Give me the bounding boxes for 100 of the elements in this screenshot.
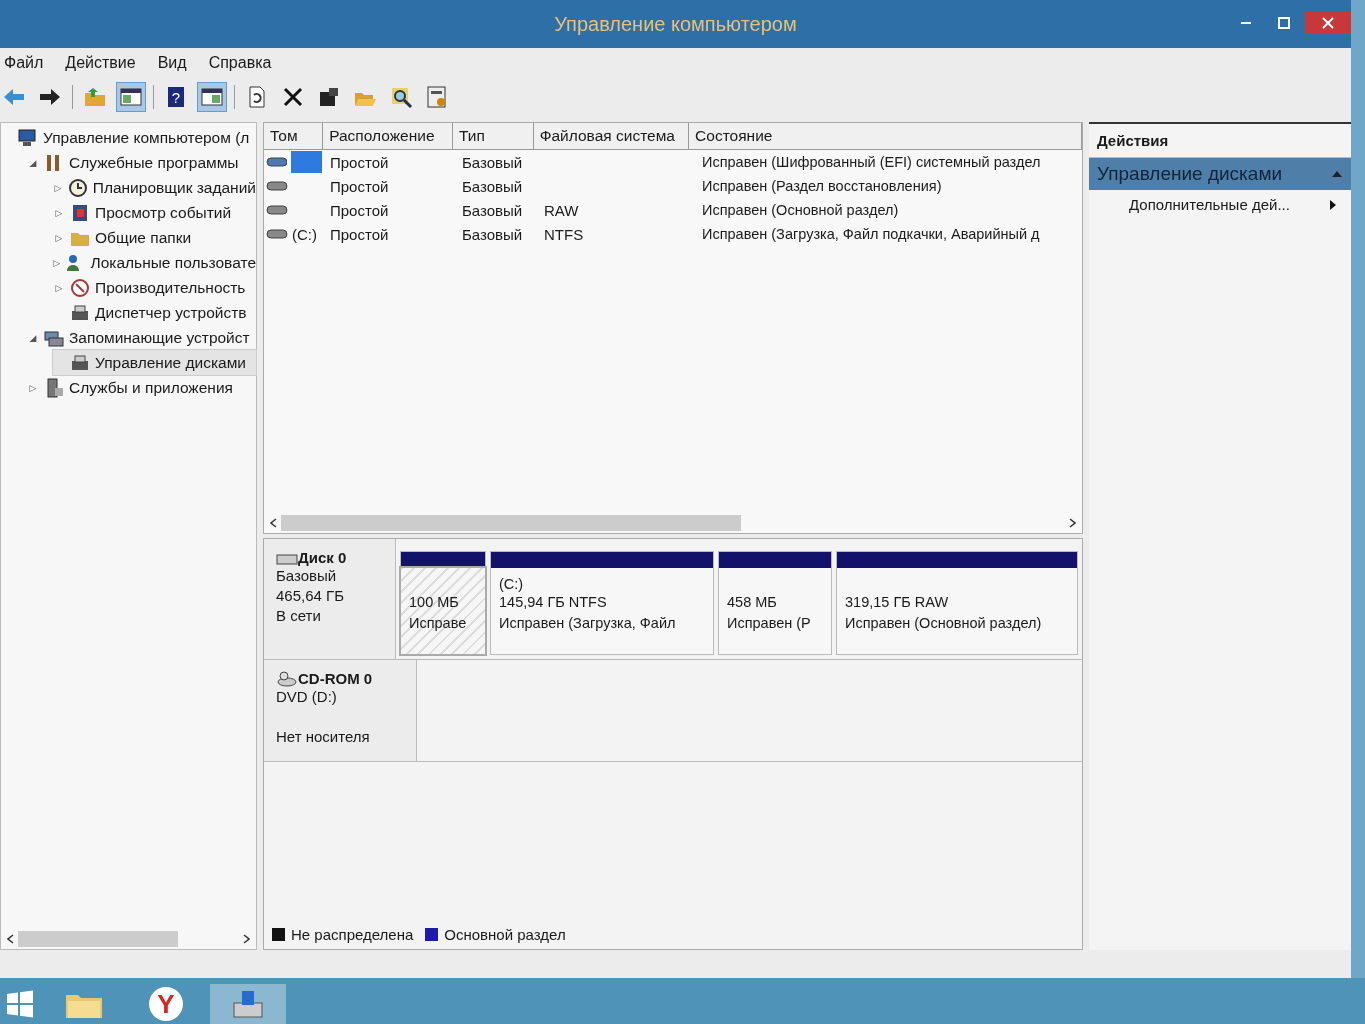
menu-item[interactable]: Действие: [65, 54, 136, 72]
column-header[interactable]: Том: [264, 123, 324, 149]
table-cell-text: Базовый: [461, 201, 524, 219]
tree-item[interactable]: ◢ Служебные программы: [27, 150, 256, 175]
close-icon: [1322, 17, 1334, 29]
partition-block[interactable]: (C:) 145,94 ГБ NTFS Исправен (Загрузка, Файл: [490, 551, 714, 655]
partition-size: 319,15 ГБ RAW: [845, 593, 950, 612]
tree-item[interactable]: Диспетчер устройств: [53, 300, 256, 325]
disk-detail: В сети: [276, 606, 322, 626]
tree-item[interactable]: Управление дисками: [53, 350, 256, 375]
taskbar-button[interactable]: [210, 984, 286, 1024]
drive-icon: [266, 204, 288, 216]
tree-item[interactable]: ▷ Общие папки: [53, 225, 256, 250]
tree-item[interactable]: ▷ Планировщик заданий: [53, 175, 256, 200]
book-icon: [70, 202, 90, 223]
tree-toggle[interactable]: ◢: [29, 332, 37, 343]
partition-block[interactable]: 100 МБ Исправе: [400, 551, 486, 655]
scroll-right-icon[interactable]: [243, 934, 250, 944]
drive-icon: [266, 156, 288, 168]
legend-label: Основной раздел: [444, 926, 566, 943]
tree-item[interactable]: Управление компьютером (л: [1, 125, 256, 150]
table-cell-text: Исправен (Загрузка, Файл подкачки, Аварийный д: [701, 226, 1041, 242]
menu-item[interactable]: Вид: [157, 54, 187, 72]
collapse-caret-icon: [1331, 170, 1343, 178]
partition-status: Исправен (Основной раздел): [845, 614, 1043, 633]
column-header[interactable]: Тип: [452, 123, 534, 149]
disk-info[interactable]: CD-ROM 0 DVD (D:) Нет носителя: [264, 660, 417, 761]
device-icon: [70, 302, 90, 323]
table-cell-text: Исправен (Основной раздел): [701, 202, 900, 218]
tree-toggle[interactable]: ▷: [54, 182, 62, 193]
scroll-right-icon[interactable]: [1069, 518, 1076, 528]
column-header[interactable]: Расположение: [323, 123, 453, 149]
table-row[interactable]: Простой Базовый RAW Исправен (Основной раздел): [264, 198, 1082, 222]
partition-block[interactable]: 458 МБ Исправен (Р: [718, 551, 832, 655]
scroll-left-icon[interactable]: [7, 934, 14, 944]
computer-icon: [18, 127, 38, 148]
table-cell-text: Исправен (Шифрованный (EFI) системный раздел: [701, 154, 1042, 170]
menu-item[interactable]: Файл: [4, 54, 44, 72]
table-cell-text: Простой: [329, 177, 390, 195]
close-button[interactable]: [1305, 12, 1351, 34]
column-header[interactable]: Файловая система: [533, 123, 690, 149]
partition-size: 145,94 ГБ NTFS: [499, 593, 608, 612]
disk-detail: 465,64 ГБ: [276, 586, 345, 606]
tree-item[interactable]: ▷ Службы и приложения: [27, 375, 256, 400]
tree-toggle[interactable]: ▷: [53, 257, 61, 268]
partition-size: 100 МБ: [409, 593, 460, 612]
minimize-icon: [1241, 22, 1251, 24]
gauge-icon: [70, 277, 90, 298]
actions-section-header[interactable]: Управление дисками: [1089, 158, 1351, 190]
drive-icon: [266, 228, 288, 240]
scroll-left-icon[interactable]: [270, 518, 277, 528]
action-link[interactable]: Дополнительные дей...: [1089, 190, 1351, 219]
windows-logo-icon: [5, 989, 35, 1019]
tree-toggle[interactable]: ▷: [55, 232, 63, 243]
tree-item[interactable]: ▷ Производительность: [53, 275, 256, 300]
partition-size: 458 МБ: [727, 593, 778, 612]
disk-name: Диск 0: [298, 549, 347, 566]
taskbar-button[interactable]: Y: [128, 984, 204, 1024]
tree-item[interactable]: ▷ Локальные пользовате: [53, 250, 256, 275]
tree-toggle[interactable]: ◢: [29, 157, 37, 168]
cd-drive-icon: [276, 670, 298, 687]
device-icon: [70, 352, 90, 373]
table-cell-text: Базовый: [461, 153, 524, 171]
partition-status: Исправен (Р: [727, 614, 812, 633]
table-row[interactable]: Простой Базовый Исправен (Раздел восстановления): [264, 174, 1082, 198]
table-row[interactable]: Простой Базовый Исправен (Шифрованный (EFI) системный раздел: [264, 150, 1082, 174]
submenu-arrow-icon: [1329, 198, 1337, 211]
maximize-icon: [1278, 17, 1290, 29]
partition-block[interactable]: 319,15 ГБ RAW Исправен (Основной раздел): [836, 551, 1078, 655]
table-cell-text: Простой: [329, 201, 390, 219]
table-cell-text: Простой: [329, 225, 390, 243]
tree-toggle[interactable]: ▷: [55, 207, 63, 218]
window-title: Управление компьютером: [554, 12, 797, 36]
tree-item[interactable]: ▷ Просмотр событий: [53, 200, 256, 225]
table-row[interactable]: (C:) Простой Базовый NTFS Исправен (Загрузка, Файл подкачки, Аварийный д: [264, 222, 1082, 246]
clock-icon: [67, 177, 88, 198]
browser-logo: Y: [149, 987, 183, 1021]
tree-toggle[interactable]: ▷: [55, 282, 63, 293]
menu-item[interactable]: Справка: [208, 54, 272, 72]
table-cell-text: Исправен (Раздел восстановления): [701, 178, 943, 194]
disk-name: CD-ROM 0: [298, 670, 373, 687]
table-cell: NTFS: [544, 225, 584, 243]
disk-info[interactable]: Диск 0 Базовый 465,64 ГБ В сети: [264, 539, 396, 659]
server-icon: [44, 377, 64, 398]
table-cell: RAW: [544, 201, 579, 219]
table-cell-text: Базовый: [461, 225, 524, 243]
disk-detail: Базовый: [276, 566, 338, 586]
legend-label: Не распределена: [291, 926, 414, 943]
partition-status: Исправен (Загрузка, Файл: [499, 614, 677, 633]
column-header[interactable]: Состояние: [689, 123, 1082, 149]
disk-detail: DVD (D:): [276, 687, 338, 707]
partition-label: (C:): [499, 576, 524, 592]
partition-status: Исправе: [409, 614, 468, 633]
table-cell-text: Базовый: [461, 177, 524, 195]
table-cell-text: Простой: [329, 153, 390, 171]
table-cell: (C:): [292, 225, 317, 243]
drive-icon: [266, 180, 288, 192]
tree-toggle[interactable]: ▷: [29, 382, 37, 393]
disk-status: Нет носителя: [276, 727, 371, 747]
tree-item[interactable]: ◢ Запоминающие устройст: [27, 325, 256, 350]
